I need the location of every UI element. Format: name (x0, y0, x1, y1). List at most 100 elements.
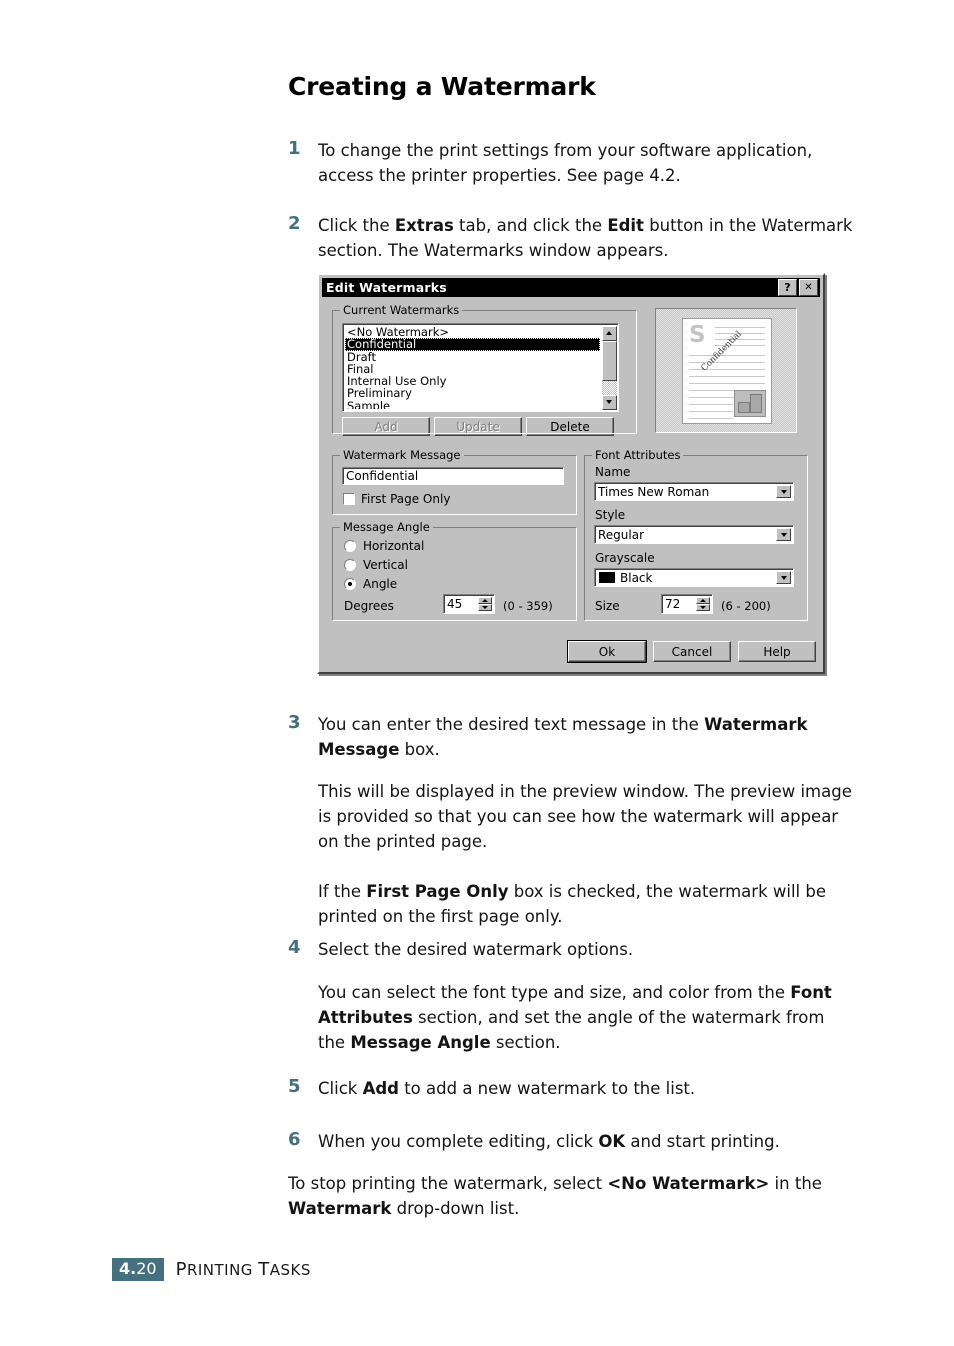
footer-rest-2: ASKS (269, 1261, 311, 1279)
first-page-only-label: First Page Only (361, 492, 451, 506)
step-4-para-1: You can select the font type and size, a… (318, 983, 832, 1052)
list-item[interactable]: Sample (345, 399, 600, 409)
ok-button[interactable]: Ok (567, 640, 647, 663)
current-watermarks-group: Current Watermarks <No Watermark> Confid… (332, 303, 637, 436)
color-swatch-icon (599, 572, 615, 583)
list-item[interactable]: Preliminary (345, 387, 600, 400)
scroll-down-icon[interactable] (601, 394, 617, 410)
chevron-down-icon[interactable] (776, 571, 791, 584)
grayscale-value-wrap: Black (598, 569, 652, 586)
radio-circle-selected[interactable] (344, 578, 356, 590)
edit-watermarks-dialog: Edit Watermarks ? ✕ Current Watermarks <… (317, 273, 825, 674)
step-5-number: 5 (288, 1076, 301, 1097)
scrollbar-track[interactable] (601, 340, 617, 395)
step-3-number: 3 (288, 712, 301, 733)
page-title: Creating a Watermark (288, 72, 596, 101)
degrees-spin-buttons[interactable] (478, 597, 492, 611)
radio-horizontal[interactable]: Horizontal (344, 539, 424, 553)
watermark-message-group: Watermark Message Confidential First Pag… (332, 448, 577, 515)
grayscale-value: Black (620, 570, 653, 585)
spin-up-icon[interactable] (478, 597, 492, 604)
preview-chart-block (734, 390, 766, 417)
step-1: 1 To change the print settings from your… (288, 138, 858, 188)
step-3-para-1: This will be displayed in the preview wi… (318, 782, 852, 851)
help-button[interactable]: Help (738, 641, 816, 662)
step-1-text: To change the print settings from your s… (318, 141, 813, 185)
step-6-number: 6 (288, 1129, 301, 1150)
watermark-list-scrollbar[interactable] (601, 325, 617, 410)
step-3-para-2: If the First Page Only box is checked, t… (318, 882, 826, 926)
watermark-list[interactable]: <No Watermark> Confidential Draft Final … (342, 323, 619, 412)
current-watermarks-label: Current Watermarks (340, 303, 463, 317)
footer-section-label: PRINTING TASKS (176, 1259, 311, 1280)
size-value[interactable]: 72 (665, 595, 680, 613)
chevron-down-icon[interactable] (776, 528, 791, 541)
footer-rest-1: RINTING (186, 1261, 259, 1279)
scrollbar-thumb[interactable] (601, 340, 617, 381)
checkbox-box[interactable] (343, 493, 355, 505)
help-question-icon[interactable]: ? (778, 279, 797, 296)
step-1-number: 1 (288, 138, 301, 159)
font-style-label: Style (595, 508, 626, 522)
step-4-text: Select the desired watermark options. (318, 940, 634, 959)
step-6-para-1: To stop printing the watermark, select <… (288, 1174, 822, 1218)
grayscale-label: Grayscale (595, 551, 655, 565)
dialog-title: Edit Watermarks (326, 280, 447, 295)
font-name-value: Times New Roman (598, 484, 710, 499)
preview-background: S Confidential (655, 308, 797, 433)
footer-cap-t: T (258, 1259, 270, 1280)
radio-vertical[interactable]: Vertical (344, 558, 408, 572)
step-6-text: When you complete editing, click OK and … (318, 1132, 780, 1151)
list-item-selected[interactable]: Confidential (345, 338, 600, 351)
size-stepper[interactable]: 72 (661, 594, 713, 614)
update-button[interactable]: Update (434, 417, 522, 436)
font-style-select[interactable]: Regular (594, 525, 794, 544)
add-button[interactable]: Add (342, 417, 430, 436)
delete-button[interactable]: Delete (526, 417, 614, 436)
radio-horizontal-label: Horizontal (363, 539, 425, 553)
radio-vertical-label: Vertical (363, 558, 408, 572)
footer-cap-p: P (175, 1259, 187, 1280)
preview-watermark-text: Confidential (699, 329, 744, 374)
cancel-button[interactable]: Cancel (653, 641, 731, 662)
grayscale-select[interactable]: Black (594, 568, 794, 587)
radio-circle[interactable] (344, 540, 356, 552)
radio-angle[interactable]: Angle (344, 577, 397, 591)
preview-page: S Confidential (682, 318, 772, 424)
size-label: Size (595, 599, 620, 613)
step-5: 5 Click Add to add a new watermark to th… (288, 1076, 858, 1101)
dialog-titlebar[interactable]: Edit Watermarks ? ✕ (322, 278, 820, 297)
step-4-number: 4 (288, 937, 301, 958)
degrees-range: (0 - 359) (503, 599, 553, 613)
first-page-only-checkbox[interactable]: First Page Only (343, 492, 450, 506)
page-number-major: 4. (119, 1259, 137, 1278)
size-range: (6 - 200) (721, 599, 771, 613)
spin-down-icon[interactable] (478, 604, 492, 611)
degrees-value[interactable]: 45 (447, 595, 462, 613)
step-3-text: You can enter the desired text message i… (318, 715, 808, 759)
step-2-text: Click the Extras tab, and click the Edit… (318, 216, 853, 260)
close-icon[interactable]: ✕ (799, 279, 818, 296)
step-4: 4 Select the desired watermark options. (288, 937, 858, 962)
font-attributes-group: Font Attributes Name Times New Roman Sty… (584, 448, 808, 621)
scroll-up-icon[interactable] (601, 325, 617, 341)
degrees-stepper[interactable]: 45 (443, 594, 495, 614)
page-number-badge: 4.20 (112, 1258, 164, 1281)
watermark-preview: S Confidential (651, 304, 801, 437)
watermark-message-input[interactable]: Confidential (342, 467, 564, 485)
spin-up-icon[interactable] (696, 597, 710, 604)
font-name-select[interactable]: Times New Roman (594, 482, 794, 501)
font-attributes-label: Font Attributes (592, 448, 684, 462)
radio-circle[interactable] (344, 559, 356, 571)
page-footer: 4.20 PRINTING TASKS (112, 1258, 311, 1281)
message-angle-label: Message Angle (340, 520, 433, 534)
spin-down-icon[interactable] (696, 604, 710, 611)
step-3: 3 You can enter the desired text message… (288, 712, 858, 762)
chevron-down-icon[interactable] (776, 485, 791, 498)
page-number-minor: 20 (136, 1259, 157, 1278)
message-angle-group: Message Angle Horizontal Vertical Angle … (332, 520, 577, 621)
font-name-label: Name (595, 465, 631, 479)
list-item[interactable]: Draft (345, 350, 600, 363)
step-5-text: Click Add to add a new watermark to the … (318, 1079, 696, 1098)
size-spin-buttons[interactable] (696, 597, 710, 611)
